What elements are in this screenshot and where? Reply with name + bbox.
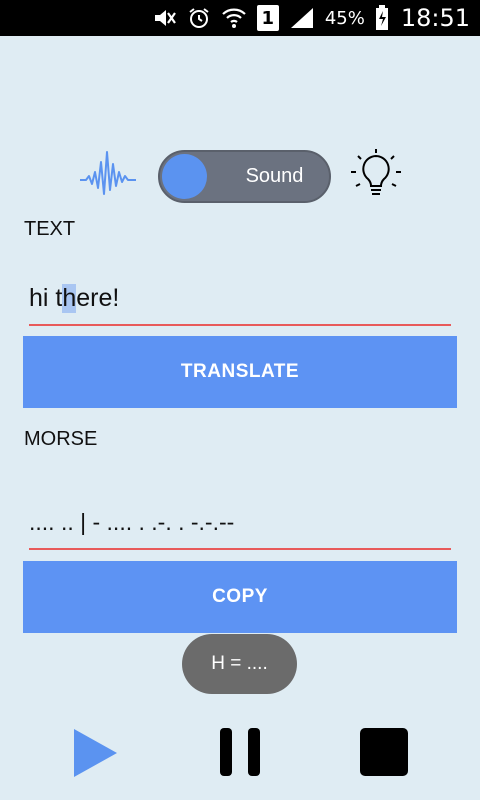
translate-button[interactable]: TRANSLATE (23, 336, 457, 408)
status-clock: 18:51 (400, 4, 470, 32)
wifi-icon (221, 5, 247, 31)
status-bar: 1 45% 18:51 (0, 0, 480, 36)
morse-output[interactable]: .... .. | - .... . .-. . -.-.-- (29, 496, 451, 550)
toast-message: H = .... (182, 634, 297, 694)
light-bulb-icon[interactable] (348, 148, 404, 200)
battery-percent: 45% (324, 7, 365, 29)
battery-charging-icon (375, 5, 389, 31)
toggle-knob[interactable] (162, 154, 207, 199)
stop-icon[interactable] (360, 728, 408, 776)
mute-icon (153, 5, 177, 31)
sound-toggle[interactable]: Sound (158, 150, 331, 203)
pause-bar-left (220, 728, 232, 776)
pause-bar-right (248, 728, 260, 776)
copy-button[interactable]: COPY (23, 561, 457, 633)
play-icon[interactable] (72, 728, 118, 778)
morse-label: MORSE (24, 428, 98, 450)
signal-icon (289, 5, 315, 31)
text-input[interactable]: hi t h ere! (29, 272, 451, 326)
sound-wave-icon[interactable] (80, 150, 136, 196)
alarm-icon (187, 5, 211, 31)
toggle-label: Sound (245, 165, 304, 187)
sim-slot-badge: 1 (256, 5, 279, 31)
pause-icon[interactable] (220, 728, 260, 776)
text-input-selection: h (62, 283, 77, 313)
text-input-after: ere! (76, 283, 120, 312)
text-label: TEXT (24, 218, 76, 240)
text-input-before: hi t (29, 283, 63, 312)
